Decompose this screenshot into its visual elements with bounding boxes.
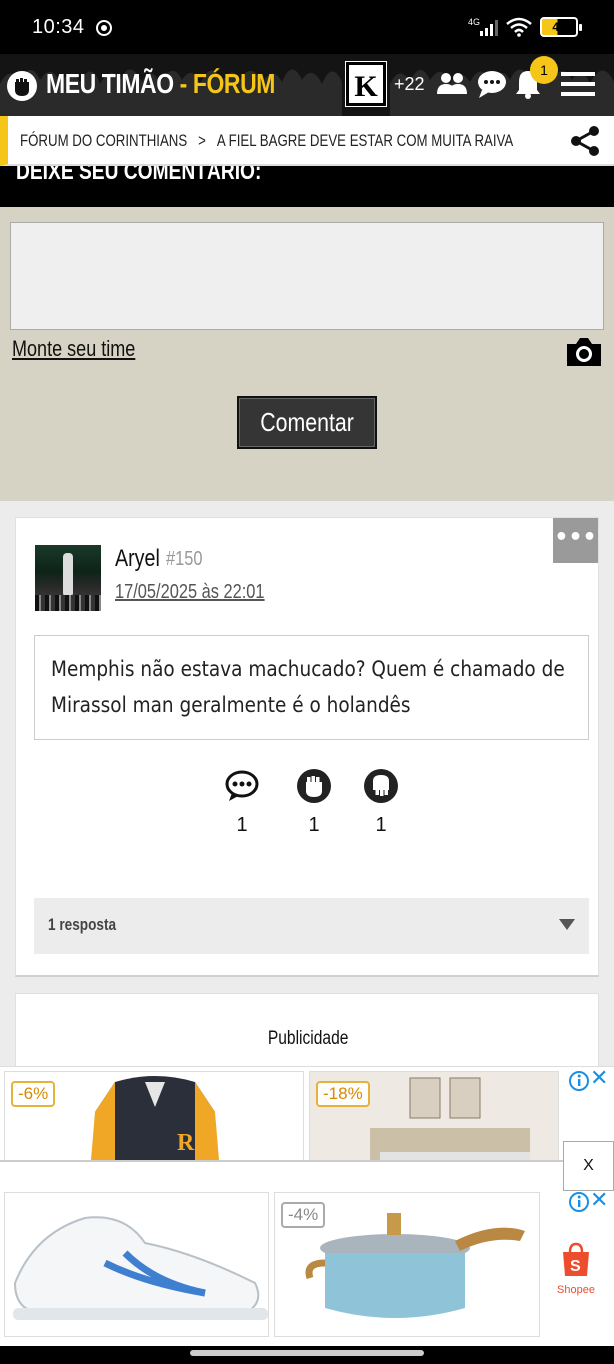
- replies-toggle[interactable]: 1 resposta: [34, 898, 589, 954]
- ad-banner-top[interactable]: -6% R -18%: [0, 1066, 614, 1162]
- ad-product-jacket[interactable]: -6% R: [4, 1071, 304, 1162]
- chrome-icon: [96, 20, 112, 36]
- k-logo[interactable]: K: [345, 61, 387, 107]
- battery-icon: 46: [540, 17, 582, 37]
- shopee-letter: S: [570, 1258, 581, 1275]
- chevron-down-icon: [559, 919, 575, 930]
- users-icon[interactable]: [434, 68, 470, 100]
- fist-up-count: 1: [308, 814, 320, 836]
- app-header: MEU TIMÃO - FÓRUM K +22: [0, 54, 614, 116]
- comment-button[interactable]: Comentar: [237, 396, 377, 449]
- brand-dash: -: [173, 68, 193, 99]
- ad-label-wrap: Publicidade: [16, 1028, 600, 1050]
- share-icon[interactable]: [568, 124, 602, 158]
- status-icons: 4G 46: [468, 17, 582, 37]
- discount-badge: -18%: [316, 1081, 370, 1107]
- fist-up-reaction[interactable]: 1: [294, 768, 334, 837]
- breadcrumb-current: A FIEL BAGRE DEVE ESTAR COM MUITA RAIVA: [216, 131, 514, 150]
- adchoices-icon[interactable]: [568, 1070, 590, 1092]
- shoe-image: [13, 1216, 268, 1320]
- followers-count[interactable]: +22: [394, 74, 425, 95]
- ad-card: Publicidade: [15, 993, 599, 1073]
- ad-close-icon[interactable]: ✕: [590, 1066, 608, 1091]
- build-team-link[interactable]: Monte seu time: [12, 336, 135, 362]
- ad-product-cooker[interactable]: -4%: [274, 1192, 540, 1337]
- post-author[interactable]: Aryel: [115, 545, 160, 573]
- fist-down-reaction[interactable]: 1: [361, 768, 401, 837]
- breadcrumb-separator: >: [198, 131, 206, 150]
- discount-badge: -6%: [11, 1081, 56, 1107]
- replies-count: 1 resposta: [48, 915, 117, 934]
- comment-button-label: Comentar: [260, 407, 354, 437]
- status-bar: 10:34 4G 46: [0, 0, 614, 54]
- avatar-figure: [63, 553, 73, 597]
- breadcrumb-root[interactable]: FÓRUM DO CORINTHIANS: [20, 131, 187, 150]
- shopee-logo[interactable]: S Shopee: [556, 1242, 596, 1296]
- avatar[interactable]: [35, 545, 101, 611]
- signal-icon: 4G: [468, 17, 498, 36]
- ad-close-button[interactable]: X: [563, 1141, 614, 1191]
- post-body: Memphis não estava machucado? Quem é cha…: [34, 635, 589, 740]
- comment-form: Monte seu time Comentar: [0, 207, 614, 501]
- notification-badge[interactable]: 1: [530, 56, 558, 84]
- ad-product-bed[interactable]: -18%: [309, 1071, 559, 1162]
- shopee-bag-icon: S: [563, 1242, 589, 1276]
- comment-count: 1: [236, 814, 248, 836]
- ad-banner-bottom[interactable]: -4% S Shopee: [0, 1160, 614, 1346]
- comment-title-bar: DEIXE SEU COMENTÁRIO:: [0, 166, 614, 207]
- shopee-label: Shopee: [557, 1284, 595, 1296]
- post-options-button[interactable]: •••: [553, 518, 598, 563]
- brand-main: MEU TIMÃO: [46, 68, 174, 99]
- chat-icon[interactable]: [474, 68, 510, 100]
- post-date[interactable]: 17/05/2025 às 22:01: [115, 581, 265, 604]
- adchoices-icon[interactable]: [568, 1191, 590, 1213]
- breadcrumb-text: FÓRUM DO CORINTHIANS > A FIEL BAGRE DEVE E…: [20, 131, 513, 151]
- system-nav-bar: [0, 1346, 614, 1364]
- discount-badge: -4%: [281, 1202, 326, 1228]
- post-body-line: Mirassol man geralmente é o holandês: [51, 693, 411, 717]
- home-gesture-handle[interactable]: [190, 1350, 424, 1356]
- post-number: #150: [166, 548, 203, 570]
- wifi-icon: [506, 17, 532, 37]
- fist-down-count: 1: [375, 814, 387, 836]
- comment-input[interactable]: [10, 222, 604, 330]
- ad-product-shoe[interactable]: [4, 1192, 269, 1337]
- fist-down-icon: [364, 769, 398, 803]
- breadcrumb: FÓRUM DO CORINTHIANS > A FIEL BAGRE DEVE E…: [0, 116, 614, 166]
- comment-reaction[interactable]: 1: [222, 768, 262, 837]
- avatar-crowd: [35, 595, 101, 611]
- jacket-letter: R: [177, 1130, 195, 1156]
- comment-form-title: DEIXE SEU COMENTÁRIO:: [16, 166, 262, 185]
- status-time: 10:34: [32, 16, 85, 38]
- post-body-line: Memphis não estava machucado? Quem é cha…: [51, 657, 565, 681]
- fist-up-icon: [297, 769, 331, 803]
- battery-level: 46: [552, 20, 566, 34]
- brand-forum: FÓRUM: [192, 68, 276, 99]
- camera-icon[interactable]: [564, 334, 604, 370]
- fist-logo-icon[interactable]: [6, 70, 38, 102]
- ad-label: Publicidade: [267, 1028, 349, 1049]
- menu-icon[interactable]: [560, 68, 596, 100]
- speech-bubble-icon: [225, 770, 259, 801]
- ad-close-icon[interactable]: ✕: [590, 1188, 608, 1213]
- brand-title[interactable]: MEU TIMÃO - FÓRUM: [46, 68, 275, 100]
- network-label: 4G: [468, 17, 480, 27]
- post-card: ••• Aryel #150 17/05/2025 às 22:01 Memph…: [15, 517, 599, 977]
